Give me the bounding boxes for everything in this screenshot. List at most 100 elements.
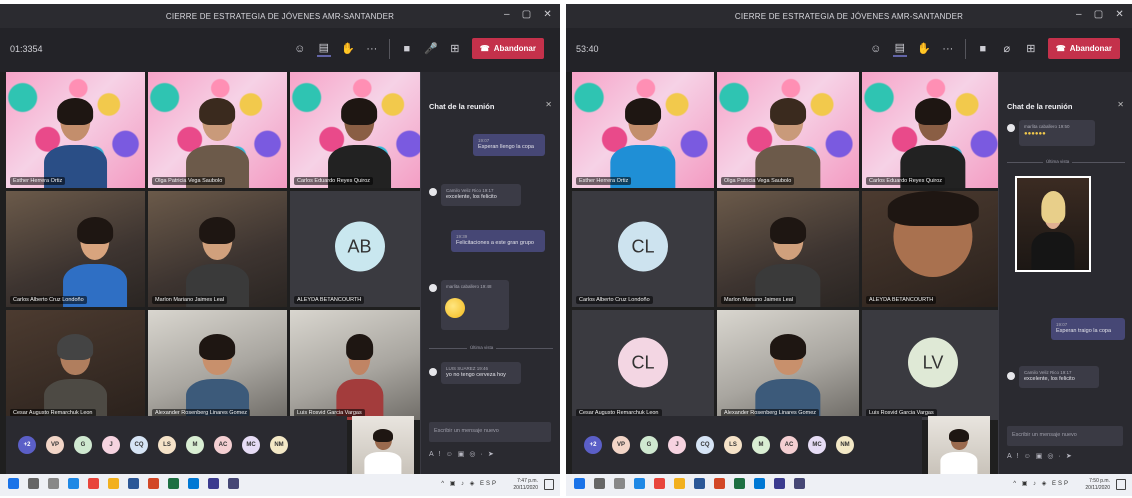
system-tray[interactable]: ^ ▣ ♪ ◈ ESP — [441, 480, 498, 487]
powerpoint-icon[interactable] — [714, 478, 725, 489]
participant-tile[interactable]: Esther Herrera Ortiz — [6, 72, 145, 188]
participant-tile[interactable]: Esther Herrera Ortiz — [572, 72, 714, 188]
chrome-icon[interactable] — [88, 478, 99, 489]
participant-tile[interactable]: Carlos Eduardo Reyes Quiroz — [290, 72, 429, 188]
sticker-icon[interactable]: ◎ — [1047, 453, 1058, 460]
participant-tile[interactable]: Alexander Rosenberg Linares Gomez — [717, 310, 859, 420]
mic-off-icon[interactable]: ⌀ — [1000, 41, 1014, 57]
avatar[interactable]: CQ — [130, 436, 148, 454]
overflow-count[interactable]: +2 — [584, 436, 602, 454]
share-icon[interactable]: ⊞ — [448, 41, 462, 57]
avatar[interactable]: CQ — [696, 436, 714, 454]
hand-raise-icon[interactable]: ✋ — [341, 41, 355, 57]
excel-icon[interactable] — [734, 478, 745, 489]
minimize-icon[interactable]: – — [1076, 9, 1082, 20]
excel-icon[interactable] — [168, 478, 179, 489]
people-icon[interactable]: ☺ — [293, 41, 307, 57]
participant-tile[interactable]: Carlos Alberto Cruz Londoño — [6, 191, 145, 307]
more-icon[interactable]: · — [481, 451, 488, 458]
camera-icon[interactable]: ■ — [976, 41, 990, 57]
task-view-icon[interactable] — [614, 478, 625, 489]
more-icon[interactable]: ··· — [365, 41, 379, 57]
participant-tile[interactable]: Luis Rosvid Garcia Vargas — [290, 310, 429, 420]
participant-tile[interactable]: CL Carlos Alberto Cruz Londoño — [572, 191, 714, 307]
store-icon[interactable] — [208, 478, 219, 489]
participant-tile[interactable]: Marlon Mariano Jaimes Leal — [148, 191, 287, 307]
overflow-count[interactable]: +2 — [18, 436, 36, 454]
compose-toolbar[interactable]: A!☺▣◎·➤ — [429, 450, 499, 458]
avatar[interactable]: MC — [242, 436, 260, 454]
more-icon[interactable]: · — [1059, 453, 1066, 460]
format-icon[interactable]: A — [1007, 453, 1017, 460]
people-icon[interactable]: ☺ — [869, 41, 883, 57]
word-icon[interactable] — [694, 478, 705, 489]
camera-icon[interactable]: ■ — [400, 41, 414, 57]
store-icon[interactable] — [774, 478, 785, 489]
avatar[interactable]: M — [752, 436, 770, 454]
clock[interactable]: 7:47 p.m. 20/11/2020 — [513, 478, 538, 491]
edge-icon[interactable] — [634, 478, 645, 489]
participant-tile[interactable]: Olga Patricia Vega Saubolo — [148, 72, 287, 188]
more-icon[interactable]: ··· — [941, 41, 955, 57]
hand-raise-icon[interactable]: ✋ — [917, 41, 931, 57]
windows-start-icon[interactable] — [574, 478, 585, 489]
gif-icon[interactable]: ▣ — [1036, 453, 1048, 460]
notification-icon[interactable] — [544, 479, 554, 490]
folder-icon[interactable] — [674, 478, 685, 489]
avatar[interactable]: NM — [270, 436, 288, 454]
clock[interactable]: 7:50 p.m. 20/11/2020 — [1085, 478, 1110, 491]
participant-tile[interactable]: Olga Patricia Vega Saubolo — [717, 72, 859, 188]
avatar[interactable]: LS — [158, 436, 176, 454]
avatar[interactable]: J — [668, 436, 686, 454]
notification-icon[interactable] — [1116, 479, 1126, 490]
avatar[interactable]: VP — [46, 436, 64, 454]
avatar[interactable]: MC — [808, 436, 826, 454]
folder-icon[interactable] — [108, 478, 119, 489]
system-tray[interactable]: ^ ▣ ♪ ◈ ESP — [1013, 480, 1070, 487]
participant-tile[interactable]: Marlon Mariano Jaimes Leal — [717, 191, 859, 307]
attach-icon[interactable]: ! — [439, 451, 446, 458]
close-icon[interactable]: ✕ — [545, 100, 552, 109]
chat-icon[interactable]: ▤ — [316, 41, 331, 57]
avatar[interactable]: G — [74, 436, 92, 454]
send-icon[interactable]: ➤ — [1066, 453, 1077, 460]
avatar[interactable]: VP — [612, 436, 630, 454]
chat-icon[interactable]: ▤ — [892, 41, 907, 57]
powerpoint-icon[interactable] — [148, 478, 159, 489]
participant-tile[interactable]: LV Luis Rosvid Garcia Vargas — [862, 310, 1004, 420]
search-icon[interactable] — [28, 478, 39, 489]
chrome-icon[interactable] — [654, 478, 665, 489]
edge-icon[interactable] — [68, 478, 79, 489]
avatar[interactable]: M — [186, 436, 204, 454]
gif-icon[interactable]: ▣ — [458, 451, 470, 458]
maximize-icon[interactable]: ▢ — [522, 9, 532, 20]
compose-toolbar[interactable]: A!☺▣◎·➤ — [1007, 452, 1077, 460]
message-input[interactable]: Escribir un mensaje nuevo — [429, 422, 551, 442]
participant-tile[interactable]: Alexander Rosenberg Linares Gomez — [148, 310, 287, 420]
sticker-icon[interactable]: ◎ — [469, 451, 480, 458]
windows-start-icon[interactable] — [8, 478, 19, 489]
participant-tile[interactable]: AB ALEYDA BETANCOURTH — [290, 191, 429, 307]
maximize-icon[interactable]: ▢ — [1094, 9, 1104, 20]
teams-icon[interactable] — [794, 478, 805, 489]
close-icon[interactable]: ✕ — [543, 9, 552, 20]
participant-tile[interactable]: CL Cesar Augusto Remarchuk Leon — [572, 310, 714, 420]
avatar[interactable]: G — [640, 436, 658, 454]
search-icon[interactable] — [594, 478, 605, 489]
leave-button[interactable]: ☎ Abandonar — [471, 38, 544, 59]
close-icon[interactable]: ✕ — [1115, 9, 1124, 20]
avatar[interactable]: LS — [724, 436, 742, 454]
participant-tile[interactable]: Cesar Augusto Remarchuk Leon — [6, 310, 145, 420]
minimize-icon[interactable]: – — [504, 9, 510, 20]
send-icon[interactable]: ➤ — [488, 451, 499, 458]
format-icon[interactable]: A — [429, 451, 439, 458]
avatar[interactable]: J — [102, 436, 120, 454]
outlook-icon[interactable] — [754, 478, 765, 489]
leave-button[interactable]: ☎ Abandonar — [1047, 38, 1120, 59]
avatar[interactable]: AC — [780, 436, 798, 454]
participant-tile[interactable]: ALEYDA BETANCOURTH — [862, 191, 1004, 307]
close-icon[interactable]: ✕ — [1117, 100, 1124, 109]
attach-icon[interactable]: ! — [1017, 453, 1024, 460]
task-view-icon[interactable] — [48, 478, 59, 489]
share-icon[interactable]: ⊞ — [1024, 41, 1038, 57]
